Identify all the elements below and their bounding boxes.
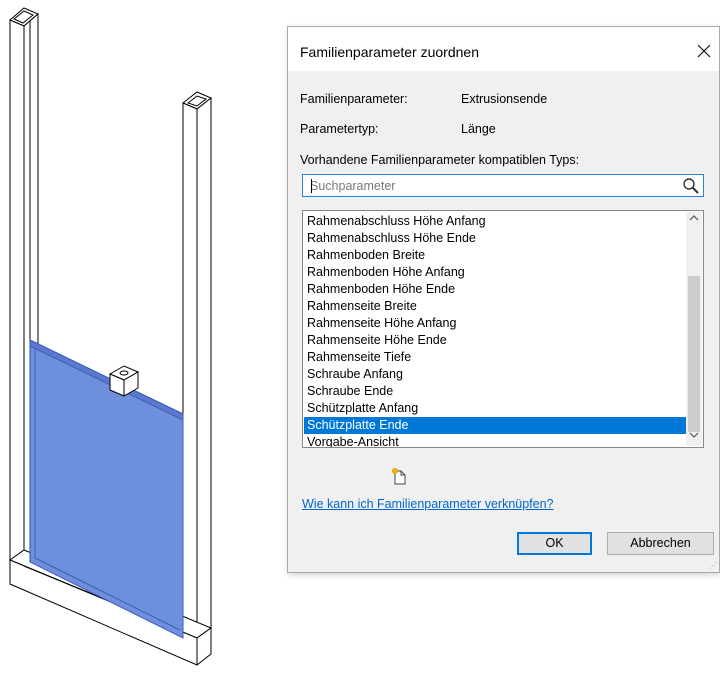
search-box[interactable]: [302, 174, 704, 197]
list-scrollbar[interactable]: [686, 212, 702, 446]
existing-parameters-label: Vorhandene Familienparameter kompatiblen…: [300, 153, 580, 167]
parameter-list[interactable]: Rahmenabschluss Höhe Anfang Rahmenabschlu…: [302, 210, 704, 448]
resize-grip-icon[interactable]: ⋰: [709, 561, 717, 570]
parameter-list-item[interactable]: Schraube Ende: [304, 383, 686, 400]
parameter-type-value: Länge: [461, 122, 496, 136]
parameter-type-row: Parametertyp: Länge: [300, 122, 496, 136]
cancel-button[interactable]: Abbrechen: [607, 532, 714, 555]
parameter-list-item[interactable]: Rahmenboden Höhe Ende: [304, 281, 686, 298]
magnifier-icon[interactable]: [682, 177, 700, 195]
parameter-list-item[interactable]: Rahmenseite Höhe Anfang: [304, 315, 686, 332]
window-frame-3d-model: [8, 7, 213, 667]
close-icon[interactable]: [693, 40, 715, 62]
parameter-list-item[interactable]: Rahmenseite Breite: [304, 298, 686, 315]
family-parameter-row: Familienparameter: Extrusionsende: [300, 92, 547, 106]
parameter-list-item[interactable]: Rahmenseite Tiefe: [304, 349, 686, 366]
text-caret: [311, 179, 312, 193]
dialog-titlebar: Familienparameter zuordnen: [288, 27, 719, 71]
parameter-type-label: Parametertyp:: [300, 122, 379, 136]
parameter-list-item[interactable]: Schraube Anfang: [304, 366, 686, 383]
parameter-list-item[interactable]: Vorgabe-Ansicht: [304, 434, 686, 447]
ok-button[interactable]: OK: [517, 532, 592, 555]
family-parameter-label: Familienparameter:: [300, 92, 408, 106]
parameter-listbox[interactable]: Rahmenabschluss Höhe Anfang Rahmenabschlu…: [302, 210, 720, 450]
family-parameter-value: Extrusionsende: [461, 92, 548, 106]
parameter-list-item[interactable]: Schützplatte Ende: [304, 417, 686, 434]
parameter-list-item[interactable]: Rahmenabschluss Höhe Ende: [304, 230, 686, 247]
assign-family-parameter-dialog: Familienparameter zuordnen Familienparam…: [287, 26, 720, 573]
parameter-list-item[interactable]: Rahmenboden Höhe Anfang: [304, 264, 686, 281]
parameter-items: Rahmenabschluss Höhe Anfang Rahmenabschlu…: [304, 213, 686, 447]
parameter-list-item[interactable]: Rahmenabschluss Höhe Anfang: [304, 213, 686, 230]
help-link[interactable]: Wie kann ich Familienparameter verknüpfe…: [302, 497, 554, 511]
scroll-down-arrow-icon[interactable]: [686, 429, 702, 446]
parameter-list-item[interactable]: Rahmenseite Höhe Ende: [304, 332, 686, 349]
scrollbar-thumb[interactable]: [688, 276, 700, 432]
scroll-up-arrow-icon[interactable]: [686, 212, 702, 229]
parameter-list-item[interactable]: Schützplatte Anfang: [304, 400, 686, 417]
model-viewport[interactable]: [0, 0, 270, 670]
dialog-title: Familienparameter zuordnen: [300, 44, 479, 60]
search-input[interactable]: [307, 176, 680, 195]
parameter-list-item[interactable]: Rahmenboden Breite: [304, 247, 686, 264]
new-parameter-icon[interactable]: [390, 467, 408, 485]
